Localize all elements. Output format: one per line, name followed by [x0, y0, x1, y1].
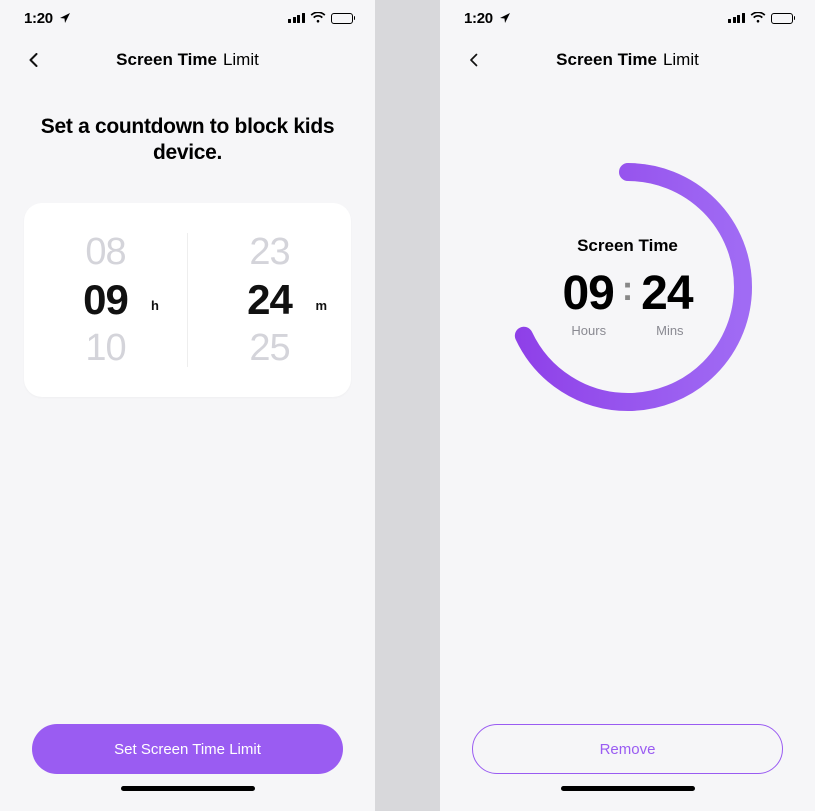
chevron-left-icon	[468, 53, 480, 67]
gauge-hours-label: Hours	[571, 323, 606, 338]
status-left: 1:20	[464, 10, 511, 27]
nav-title-bold: Screen Time	[116, 50, 217, 70]
time-picker-card: 08 09 10 h 23 24 25 m	[24, 203, 351, 397]
gauge-hours: 09	[562, 266, 613, 321]
gauge-mins: 24	[641, 266, 692, 321]
back-button[interactable]	[464, 50, 484, 70]
home-indicator[interactable]	[561, 786, 695, 791]
gauge-label: Screen Time	[577, 236, 678, 256]
gauge-time: 09 : 24	[562, 266, 692, 321]
gauge-wrap: Screen Time 09 : 24 Hours Mins	[464, 114, 791, 415]
hours-prev: 08	[85, 233, 125, 271]
content-area: Set a countdown to block kids device. 08…	[0, 84, 375, 811]
nav-title-bold: Screen Time	[556, 50, 657, 70]
status-bar: 1:20	[440, 0, 815, 36]
bottom-area: Set Screen Time Limit	[24, 724, 351, 811]
hours-picker[interactable]: 08 09 10 h	[24, 233, 188, 367]
status-right	[728, 12, 795, 24]
status-time: 1:20	[464, 10, 493, 27]
battery-icon	[331, 13, 356, 24]
nav-title-light: Limit	[663, 50, 699, 70]
status-left: 1:20	[24, 10, 71, 27]
nav-title-light: Limit	[223, 50, 259, 70]
battery-icon	[771, 13, 796, 24]
back-button[interactable]	[24, 50, 44, 70]
phone-screen-set-limit: 1:20 Screen Time Limit Set a countdown t…	[0, 0, 375, 811]
signal-icon	[728, 13, 745, 23]
location-icon	[59, 12, 71, 24]
set-limit-button[interactable]: Set Screen Time Limit	[32, 724, 343, 774]
hours-next: 10	[85, 329, 125, 367]
minutes-picker[interactable]: 23 24 25 m	[188, 233, 351, 367]
nav-bar: Screen Time Limit	[0, 36, 375, 84]
mins-unit: m	[315, 298, 327, 313]
content-area: Screen Time 09 : 24 Hours Mins Remove	[440, 84, 815, 811]
gauge-center: Screen Time 09 : 24 Hours Mins	[500, 159, 756, 415]
signal-icon	[288, 13, 305, 23]
status-right	[288, 12, 355, 24]
chevron-left-icon	[27, 53, 41, 67]
progress-gauge: Screen Time 09 : 24 Hours Mins	[500, 159, 756, 415]
hours-current: 09	[83, 279, 128, 321]
gauge-units: Hours Mins	[571, 323, 683, 338]
nav-title: Screen Time Limit	[556, 50, 699, 70]
nav-bar: Screen Time Limit	[440, 36, 815, 84]
mins-current: 24	[247, 279, 292, 321]
mins-next: 25	[249, 329, 289, 367]
gauge-colon: :	[622, 270, 633, 309]
headline: Set a countdown to block kids device.	[24, 114, 351, 167]
status-time: 1:20	[24, 10, 53, 27]
hours-unit: h	[151, 298, 159, 313]
status-bar: 1:20	[0, 0, 375, 36]
phone-screen-active-limit: 1:20 Screen Time Limit	[440, 0, 815, 811]
remove-button[interactable]: Remove	[472, 724, 783, 774]
wifi-icon	[750, 12, 766, 24]
nav-title: Screen Time Limit	[116, 50, 259, 70]
bottom-area: Remove	[464, 724, 791, 811]
wifi-icon	[310, 12, 326, 24]
home-indicator[interactable]	[121, 786, 255, 791]
location-icon	[499, 12, 511, 24]
mins-prev: 23	[249, 233, 289, 271]
gauge-mins-label: Mins	[656, 323, 683, 338]
